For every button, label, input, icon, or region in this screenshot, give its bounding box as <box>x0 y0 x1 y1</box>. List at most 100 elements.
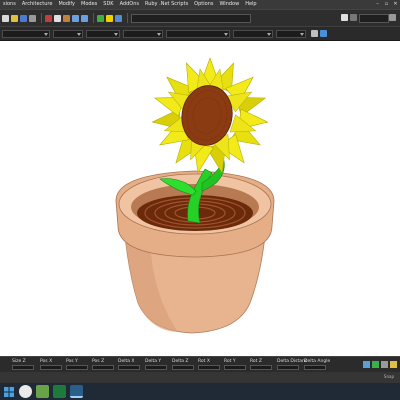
material-icon[interactable] <box>97 14 104 22</box>
snap-line-icon[interactable] <box>381 361 388 368</box>
print-icon[interactable] <box>29 14 36 22</box>
property-dropdown-1[interactable] <box>2 29 50 38</box>
dropdown-arrow-icon[interactable] <box>350 14 357 21</box>
delta-x-input[interactable] <box>118 365 140 370</box>
field-delta-distance: Delta Distanc <box>277 359 307 371</box>
field-delta-y: Delta Y <box>145 359 167 371</box>
field-label: Delta Y <box>145 359 162 364</box>
menu-item-help[interactable]: Help <box>242 0 259 9</box>
menu-item-options[interactable]: Options <box>191 0 216 9</box>
snap-angle-icon[interactable] <box>390 361 397 368</box>
pos-z-input[interactable] <box>92 365 114 370</box>
coordinate-field-bar: Size Z Pos X Pos Y Pos Z Delta X Delta Y… <box>0 356 400 372</box>
sunflower-pot-model <box>115 57 275 334</box>
delta-distance-input[interactable] <box>277 365 299 370</box>
field-pos-y: Pos Y <box>66 359 88 371</box>
snap-point-icon[interactable] <box>372 361 379 368</box>
snap-grid-icon[interactable] <box>363 361 370 368</box>
layer-dropdown[interactable] <box>131 13 251 23</box>
property-dropdown-3[interactable] <box>86 29 120 38</box>
field-rot-z: Rot Z <box>250 359 272 371</box>
property-dropdown-7[interactable] <box>276 29 306 38</box>
toolbar-divider <box>93 13 94 23</box>
close-icon[interactable]: ✕ <box>391 0 400 9</box>
field-label: Pos Y <box>66 359 78 364</box>
property-dropdown-4[interactable] <box>123 29 163 38</box>
field-pos-z: Pos Z <box>92 359 114 371</box>
delta-angle-input[interactable] <box>304 365 326 370</box>
field-rot-y: Rot Y <box>224 359 246 371</box>
save-icon[interactable] <box>20 14 27 22</box>
size-z-input[interactable] <box>12 365 34 370</box>
3d-viewport[interactable] <box>0 41 400 356</box>
light-icon[interactable] <box>106 14 113 22</box>
pencil-icon[interactable] <box>320 30 327 37</box>
pos-x-input[interactable] <box>40 365 62 370</box>
field-label: Pos Z <box>92 359 105 364</box>
snap-label: Snap <box>383 374 394 379</box>
grid-icon[interactable] <box>389 14 396 21</box>
app-icon-cad[interactable] <box>70 385 83 398</box>
copy-icon[interactable] <box>54 14 61 22</box>
start-icon[interactable] <box>2 385 15 398</box>
field-label: Rot X <box>198 359 210 364</box>
menu-item-addons[interactable]: AddOns <box>117 0 142 9</box>
toolbar-divider <box>41 13 42 23</box>
status-strip: Snap <box>0 372 400 383</box>
field-label: Delta Angle <box>304 359 331 364</box>
main-toolbar <box>0 9 400 26</box>
field-rot-x: Rot X <box>198 359 220 371</box>
field-label: Delta Z <box>172 359 189 364</box>
minimize-icon[interactable]: – <box>373 0 382 9</box>
field-label: Delta X <box>118 359 135 364</box>
rot-x-input[interactable] <box>198 365 220 370</box>
pointer-icon[interactable] <box>341 14 348 21</box>
property-dropdown-2[interactable] <box>53 29 83 38</box>
menu-item-ruby-net-scripts[interactable]: Ruby .Net Scripts <box>142 0 191 9</box>
redo-icon[interactable] <box>81 14 88 22</box>
sunflower-head <box>151 57 269 174</box>
rot-y-input[interactable] <box>224 365 246 370</box>
field-label: Pos X <box>40 359 53 364</box>
menu-item-modify[interactable]: Modify <box>55 0 78 9</box>
rot-z-input[interactable] <box>250 365 272 370</box>
field-delta-z: Delta Z <box>172 359 194 371</box>
menu-item-window[interactable]: Window <box>216 0 242 9</box>
view-dropdown[interactable] <box>359 14 389 23</box>
menu-item-modes[interactable]: Modes <box>78 0 100 9</box>
field-label: Delta Distanc <box>277 359 308 364</box>
field-delta-angle: Delta Angle <box>304 359 330 371</box>
property-dropdown-6[interactable] <box>233 29 273 38</box>
window-controls: – ▫ ✕ <box>373 0 400 9</box>
app-icon-spreadsheet[interactable] <box>53 385 66 398</box>
app-icon-steam[interactable] <box>19 385 32 398</box>
delta-y-input[interactable] <box>145 365 167 370</box>
field-pos-x: Pos X <box>40 359 62 371</box>
field-size-z: Size Z <box>12 359 34 371</box>
paste-icon[interactable] <box>63 14 70 22</box>
field-label: Rot Z <box>250 359 262 364</box>
properties-toolbar <box>0 26 400 41</box>
menu-item-sdk[interactable]: SDK <box>100 0 116 9</box>
menu-bar: sions Architecture Modify Modes SDK AddO… <box>0 0 400 9</box>
cut-icon[interactable] <box>45 14 52 22</box>
delta-z-input[interactable] <box>172 365 194 370</box>
pos-y-input[interactable] <box>66 365 88 370</box>
field-label: Size Z <box>12 359 26 364</box>
status-icons <box>361 361 397 368</box>
os-taskbar <box>0 383 400 400</box>
new-file-icon[interactable] <box>2 14 9 22</box>
toolbar-right-group <box>341 14 398 23</box>
toolbar-divider <box>127 13 128 23</box>
open-file-icon[interactable] <box>11 14 18 22</box>
field-label: Rot Y <box>224 359 236 364</box>
menu-item-architecture[interactable]: Architecture <box>19 0 56 9</box>
field-delta-x: Delta X <box>118 359 140 371</box>
render-icon[interactable] <box>115 14 122 22</box>
menu-item-dimensions[interactable]: sions <box>0 0 19 9</box>
undo-icon[interactable] <box>72 14 79 22</box>
property-dropdown-5[interactable] <box>166 29 230 38</box>
app-icon-book[interactable] <box>36 385 49 398</box>
restore-icon[interactable]: ▫ <box>382 0 391 9</box>
lock-icon[interactable] <box>311 30 318 37</box>
